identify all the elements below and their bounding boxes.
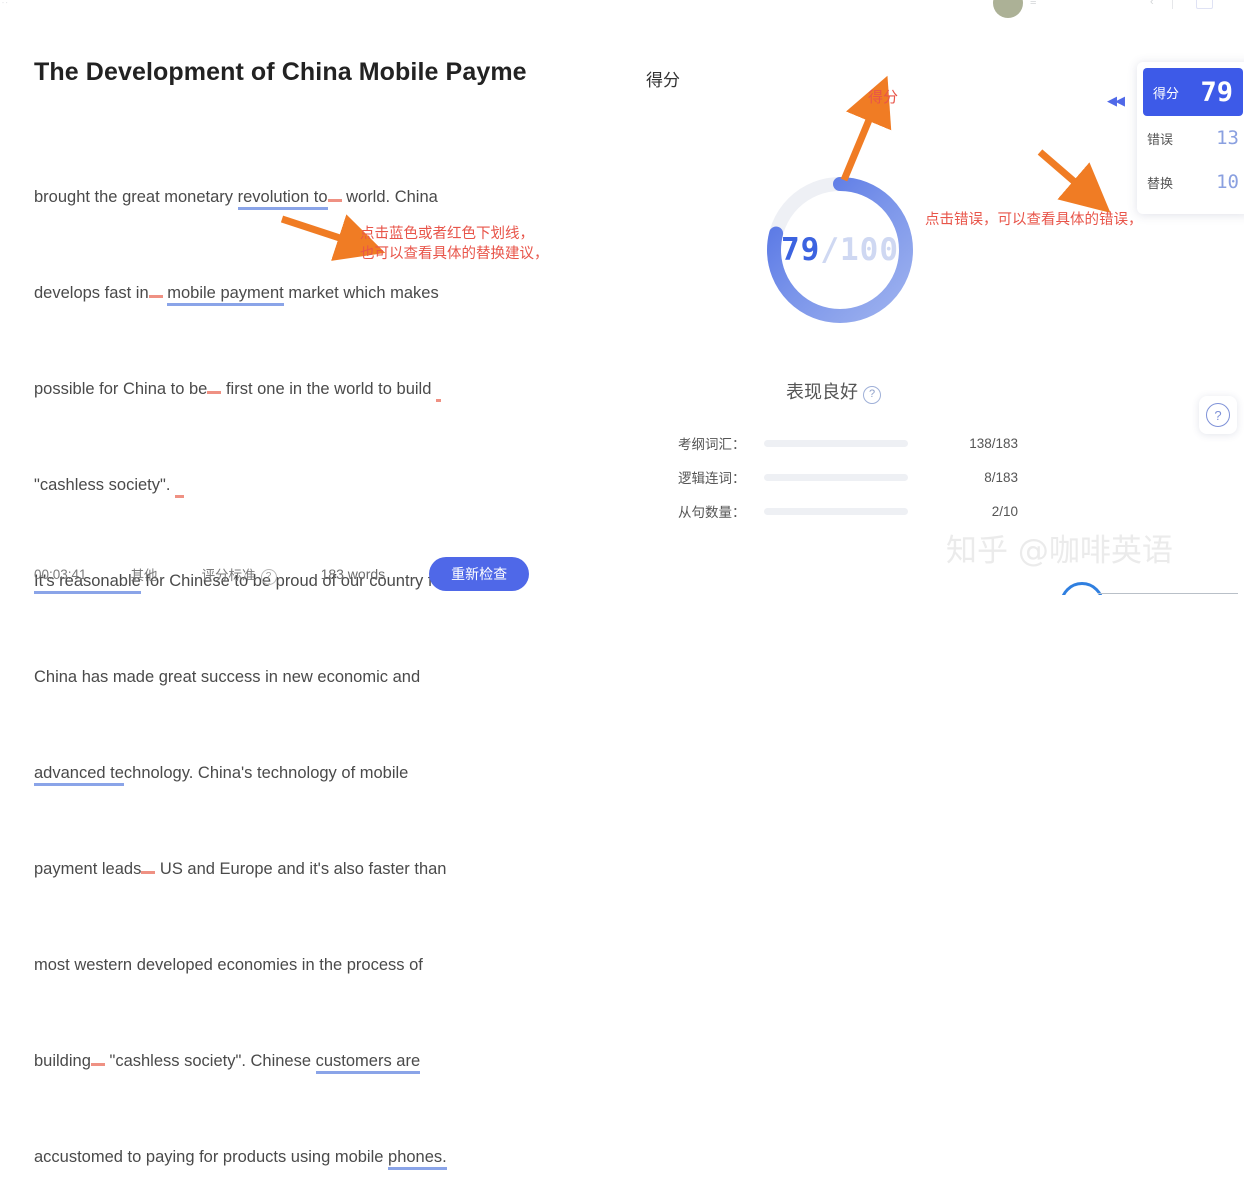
metric-bar [764,473,908,481]
error-underline-red[interactable] [327,199,342,202]
error-underline-red[interactable] [90,1063,105,1066]
category-label[interactable]: 其他 [131,564,158,584]
performance-title: 表现良好? [786,378,881,404]
metric-label: 考纲词汇： [678,437,746,452]
suggestion-underline-blue[interactable]: advanced te [34,764,124,786]
metric-label: 逻辑连词： [678,471,746,486]
essay-line: China has made great success in new econ… [34,668,421,686]
essay-title: The Development of China Mobile Payme [34,58,527,86]
essay-line: payment leads US and Europe and it's als… [34,860,447,878]
error-underline-red[interactable] [141,871,156,874]
word-count: 183 words [320,566,386,582]
top-strip-divider [1172,0,1173,9]
top-strip-label [1063,0,1096,12]
summary-key: 替换 [1147,175,1174,191]
suggestion-underline-blue[interactable]: customers are [315,1052,421,1074]
essay-line: most western developed economies in the … [34,956,423,974]
metric-bar [764,439,908,447]
bottom-divider [1098,593,1238,594]
suggestion-underline-blue[interactable]: mobile payment [167,284,284,306]
recheck-button[interactable]: 重新检查 [429,557,530,591]
metric-row: 考纲词汇： 138/183 [678,426,1018,460]
summary-row-score[interactable]: 得分 79 [1143,68,1243,116]
summary-card: 得分 79 错误 13 替换 10 [1137,62,1244,214]
summary-key: 错误 [1147,131,1174,147]
annotation-arrow-score [840,75,892,182]
rubric-text: 评分标准 [201,567,256,583]
summary-row-errors[interactable]: 错误 13 [1137,116,1244,160]
metric-value: 2/10 [991,503,1018,519]
performance-title-text: 表现良好 [786,382,858,402]
error-underline-red[interactable] [148,295,163,298]
essay-body[interactable]: brought the great monetary revolution to… [34,117,594,1190]
metric-value: 138/183 [969,435,1018,451]
help-button[interactable]: ? [1199,396,1237,434]
score-section-label: 得分 [646,71,680,90]
top-strip-dots: ∷ [2,0,8,6]
summary-key: 得分 [1153,85,1180,101]
error-underline-red[interactable] [207,391,222,394]
summary-value: 13 [1216,127,1239,149]
top-strip-menu-icon[interactable]: ≡ [1030,0,1036,8]
essay-line: "cashless society". [34,469,594,501]
bottom-partial-element [1060,582,1240,595]
essay-line: develops fast in mobile payment market w… [34,277,594,309]
essay-line: building "cashless society". Chinese cus… [34,1045,594,1077]
suggestion-underline-blue[interactable]: phones. [388,1148,447,1170]
essay-toolbar: 00:03:41 其他 评分标准? 183 words 重新检查 [34,555,574,593]
score-number: 79 [781,232,821,268]
essay-line: possible for China to be first one in th… [34,373,594,405]
annotation-arrow-right [1037,149,1111,213]
score-donut-value: 79/100 [760,170,920,330]
annotation-right-note: 点击错误，可以查看具体的错误， [925,212,1143,228]
timer: 00:03:41 [34,566,87,582]
summary-row-replacements[interactable]: 替换 10 [1137,160,1244,204]
summary-value: 79 [1200,76,1233,108]
browser-top-strip: ∷ ≡ ‹ [0,0,1244,22]
essay-line: advanced technology. China's technology … [34,757,594,789]
essay-line: accustomed to paying for products using … [34,1141,594,1173]
metric-row: 从句数量： 2/10 [678,494,1018,528]
help-icon: ? [1206,403,1230,427]
collapse-panel-icon[interactable]: ◀◀ [1100,88,1130,114]
rubric-label[interactable]: 评分标准? [202,564,277,585]
annotation-left-note: 点击蓝色或者红色下划线， 也可以查看具体的替换建议， [360,226,549,262]
score-donut: 79/100 [760,170,920,330]
performance-metrics: 考纲词汇： 138/183 逻辑连词： 8/183 从句数量： 2/10 [678,426,1018,528]
top-strip-window-icon[interactable] [1196,0,1213,9]
error-underline-red[interactable] [435,380,441,402]
question-icon[interactable]: ? [260,568,277,585]
suggestion-underline-blue[interactable]: revolution to [237,188,328,210]
top-strip-prev-icon[interactable]: ‹ [1150,0,1154,8]
metric-label: 从句数量： [678,505,746,520]
error-underline-red[interactable] [175,476,185,498]
metric-bar [764,507,908,515]
metric-value: 8/183 [984,469,1018,485]
metric-row: 逻辑连词： 8/183 [678,460,1018,494]
summary-value: 10 [1216,171,1239,193]
score-total: /100 [820,232,899,268]
annotation-score-label: 得分 [868,89,899,106]
question-icon[interactable]: ? [863,386,881,404]
essay-line: brought the great monetary revolution to… [34,181,594,213]
watermark: 知乎 @咖啡英语 [946,533,1173,569]
avatar[interactable] [993,0,1023,18]
